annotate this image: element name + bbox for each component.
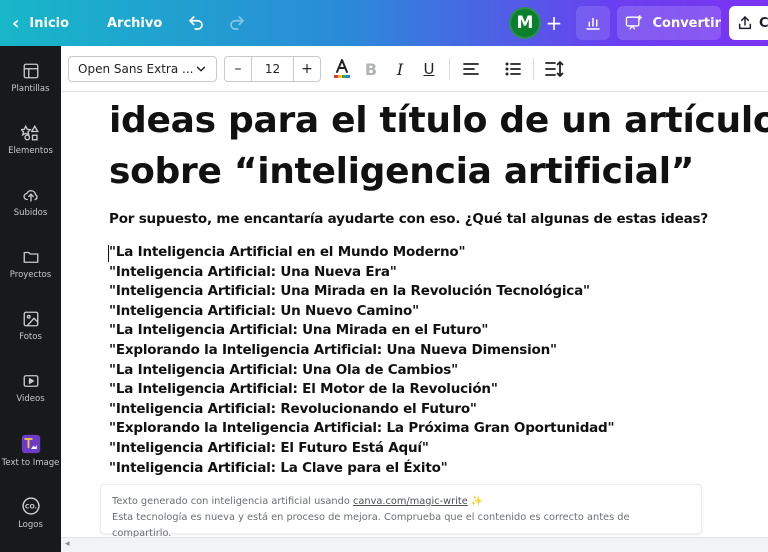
home-back-button[interactable]: ‹ Inicio <box>12 0 69 46</box>
sidebar-item-fotos[interactable]: Fotos <box>0 294 61 354</box>
decrease-font-size-button[interactable]: – <box>225 57 251 81</box>
font-family-value: Open Sans Extra ... <box>78 62 194 76</box>
sidebar-item-label: Elementos <box>8 146 53 156</box>
list-item: "Inteligencia Artificial: Una Nueva Era" <box>109 263 397 280</box>
home-label: Inicio <box>29 15 70 31</box>
document-canvas[interactable]: ideas para el título de un artículo sobr… <box>61 92 768 537</box>
text-color-button[interactable] <box>330 56 354 82</box>
left-sidebar: Plantillas Elementos Subidos Proyectos F… <box>0 46 61 552</box>
convert-label: Convertir <box>652 15 721 31</box>
top-bar: ‹ Inicio Archivo M + Convertir C <box>0 0 768 46</box>
present-sparkle-icon <box>625 15 643 30</box>
sidebar-item-subidos[interactable]: Subidos <box>0 170 61 230</box>
underline-button[interactable]: U <box>417 56 441 82</box>
list-item: "Explorando la Inteligencia Artificial: … <box>109 341 557 358</box>
increase-font-size-button[interactable]: + <box>294 57 320 81</box>
shapes-icon <box>20 124 39 141</box>
layout-icon <box>23 63 38 79</box>
share-upload-icon <box>738 16 752 30</box>
align-left-icon <box>463 63 479 75</box>
convert-button[interactable]: Convertir <box>617 6 721 40</box>
list-item: "Inteligencia Artificial: La Clave para … <box>109 459 448 476</box>
sidebar-item-label: Videos <box>16 394 45 404</box>
undo-icon <box>189 16 203 30</box>
scroll-left-icon[interactable]: ◂ <box>65 539 70 549</box>
sidebar-item-label: Fotos <box>19 332 42 342</box>
video-icon <box>23 375 38 387</box>
bold-icon: B <box>364 59 378 79</box>
sidebar-item-elementos[interactable]: Elementos <box>0 108 61 168</box>
image-icon <box>23 311 38 327</box>
logo-co-icon: CO. <box>21 497 40 515</box>
upload-cloud-icon <box>22 190 38 202</box>
list-item: "Inteligencia Artificial: Un Nuevo Camin… <box>109 302 419 319</box>
bar-chart-icon <box>586 17 600 30</box>
sidebar-item-text-to-image[interactable]: Text to Image <box>0 418 61 478</box>
notice-prefix: Texto generado con inteligencia artifici… <box>112 496 353 507</box>
italic-button[interactable]: I <box>388 56 412 82</box>
horizontal-scrollbar[interactable]: ◂ <box>61 537 768 552</box>
svg-text:CO.: CO. <box>24 504 36 511</box>
notice-line-2: Esta tecnología es nueva y está en proce… <box>112 512 630 537</box>
text-toolbar: Open Sans Extra ... – 12 + B I U <box>61 46 768 92</box>
sidebar-item-videos[interactable]: Videos <box>0 356 61 416</box>
bold-button[interactable]: B <box>359 56 383 82</box>
chevron-down-icon <box>196 66 206 72</box>
list-item: "La Inteligencia Artificial: Una Mirada … <box>109 322 489 339</box>
sidebar-item-label: Proyectos <box>9 270 52 280</box>
align-left-button[interactable] <box>459 56 483 82</box>
ideas-list[interactable]: "La Inteligencia Artificial en el Mundo … <box>109 243 615 478</box>
font-size-input[interactable]: 12 <box>251 57 294 81</box>
line-spacing-icon <box>545 61 564 77</box>
redo-button[interactable] <box>228 0 246 46</box>
list-item: "Inteligencia Artificial: Una Mirada en … <box>109 283 590 300</box>
insights-button[interactable] <box>576 6 610 40</box>
spacing-button[interactable] <box>542 56 566 82</box>
magic-write-link[interactable]: canva.com/magic-write <box>353 496 468 507</box>
sidebar-item-label: Subidos <box>13 208 48 218</box>
file-menu-button[interactable]: Archivo <box>107 0 162 46</box>
ai-disclaimer-notice: Texto generado con inteligencia artifici… <box>100 484 702 537</box>
user-avatar[interactable]: M <box>509 7 541 39</box>
text-to-image-app-icon <box>21 434 40 454</box>
list-item: "La Inteligencia Artificial: El Motor de… <box>109 381 498 398</box>
heading-line-2[interactable]: sobre “inteligencia artificial” <box>109 151 694 192</box>
folder-icon <box>23 251 38 263</box>
toolbar-divider <box>449 58 450 80</box>
plus-icon: + <box>545 11 563 35</box>
share-label: C <box>759 15 768 31</box>
sidebar-item-logos[interactable]: CO. Logos <box>0 480 61 540</box>
chevron-left-icon: ‹ <box>12 12 20 34</box>
sidebar-item-proyectos[interactable]: Proyectos <box>0 232 61 292</box>
sidebar-item-label: Plantillas <box>11 84 50 94</box>
add-collaborator-button[interactable]: + <box>541 10 567 36</box>
heading-line-1[interactable]: ideas para el título de un artículo <box>109 100 768 141</box>
underline-icon: U <box>423 60 435 78</box>
list-item: "La Inteligencia Artificial: Una Ola de … <box>109 361 458 378</box>
sidebar-item-plantillas[interactable]: Plantillas <box>0 46 61 106</box>
list-item: "Explorando la Inteligencia Artificial: … <box>109 420 615 437</box>
intro-text[interactable]: Por supuesto, me encantaría ayudarte con… <box>109 211 708 227</box>
toolbar-divider <box>533 58 534 80</box>
font-family-select[interactable]: Open Sans Extra ... <box>68 56 217 82</box>
sparkle-icon: ✨ <box>470 496 484 507</box>
undo-button[interactable] <box>187 0 205 46</box>
sidebar-item-label: Text to Image <box>1 458 60 468</box>
list-item: "La Inteligencia Artificial en el Mundo … <box>109 244 466 260</box>
bulleted-list-icon <box>505 62 521 76</box>
italic-icon: I <box>396 59 404 79</box>
share-button[interactable]: C <box>729 6 768 40</box>
font-size-stepper: – 12 + <box>224 56 321 82</box>
list-item: "Inteligencia Artificial: Revolucionando… <box>109 400 477 417</box>
redo-icon <box>230 16 244 30</box>
text-color-icon <box>334 59 350 78</box>
list-item: "Inteligencia Artificial: El Futuro Está… <box>109 439 429 456</box>
sidebar-item-label: Logos <box>18 520 43 530</box>
notice-line-1: Texto generado con inteligencia artifici… <box>112 494 690 510</box>
bulleted-list-button[interactable] <box>501 56 525 82</box>
